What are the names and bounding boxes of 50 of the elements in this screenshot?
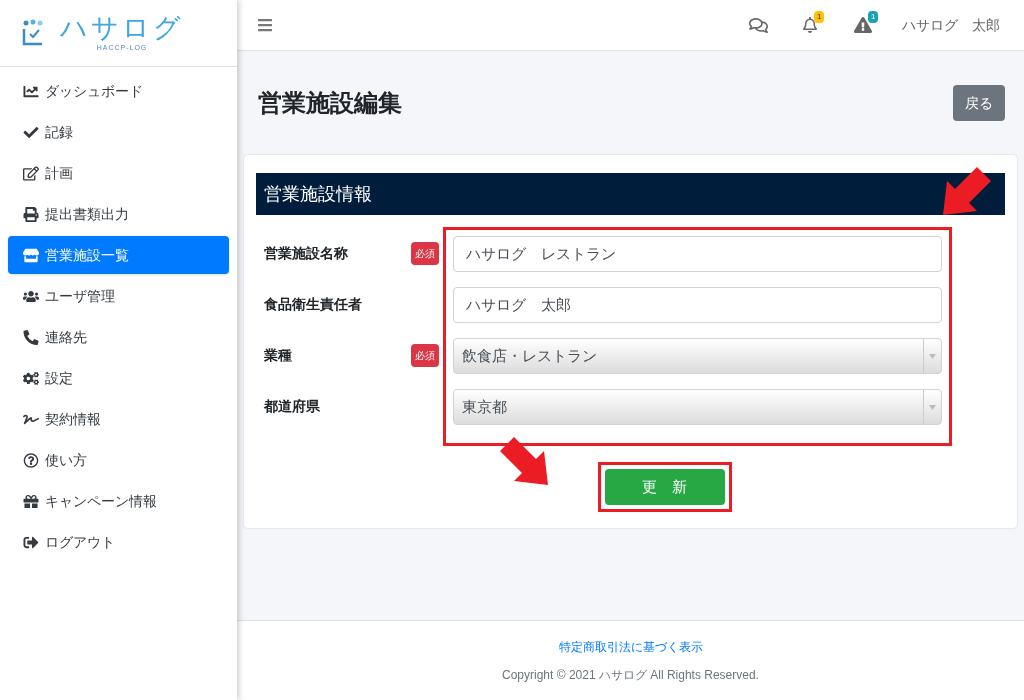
- users-icon: [23, 288, 39, 304]
- phone-icon: [23, 329, 39, 345]
- text-field[interactable]: ハサログ レストラン: [453, 236, 942, 272]
- store-icon: [23, 247, 39, 263]
- copyright-text: Copyright © 2021 ハサログ All Rights Reserved.: [502, 666, 759, 684]
- select-field[interactable]: 東京都: [453, 389, 942, 425]
- caret-icon: [929, 353, 936, 359]
- sidebar-item[interactable]: 提出書類出力: [8, 195, 229, 233]
- logout-icon: [23, 534, 39, 550]
- settings-icon: [23, 370, 39, 386]
- gift-icon: [23, 493, 39, 509]
- select-field[interactable]: 飲食店・レストラン: [453, 338, 942, 374]
- chat-icon[interactable]: [749, 15, 768, 35]
- back-button[interactable]: 戻る: [953, 85, 1005, 121]
- field-label: 食品衛生責任者: [264, 295, 362, 314]
- sidebar-item[interactable]: 連絡先: [8, 318, 229, 356]
- required-badge: 必須: [411, 344, 439, 367]
- edit-icon: [23, 165, 39, 181]
- select-value: 東京都: [462, 396, 507, 417]
- printer-icon: [23, 206, 39, 222]
- field-label: 業種: [264, 346, 292, 365]
- alert-count: 1: [868, 11, 879, 23]
- sidebar-item[interactable]: 設定: [8, 359, 229, 397]
- caret-icon: [929, 404, 936, 410]
- notification-icon[interactable]: [802, 17, 818, 33]
- sidebar-item[interactable]: ユーザ管理: [8, 277, 229, 315]
- sidebar-item[interactable]: ダッシュボード: [8, 72, 229, 110]
- help-icon: [23, 452, 39, 468]
- sidebar-item[interactable]: 契約情報: [8, 400, 229, 438]
- sidebar-item[interactable]: 使い方: [8, 441, 229, 479]
- field-label: 営業施設名称: [264, 244, 348, 263]
- section-heading: 営業施設情報: [256, 173, 1005, 215]
- sidebar-item[interactable]: 計画: [8, 154, 229, 192]
- alert-icon[interactable]: [854, 17, 872, 33]
- select-value: 飲食店・レストラン: [462, 345, 597, 366]
- required-badge: 必須: [411, 242, 439, 265]
- chart-icon: [23, 83, 39, 99]
- notification-count: 1: [814, 11, 825, 23]
- sidebar-item[interactable]: 記録: [8, 113, 229, 151]
- brand-name: ハサログ: [60, 12, 184, 43]
- sidebar-item[interactable]: ログアウト: [8, 523, 229, 561]
- text-field[interactable]: ハサログ 太郎: [453, 287, 942, 323]
- user-name[interactable]: ハサログ 太郎: [902, 14, 1000, 36]
- check-icon: [23, 124, 39, 140]
- sidebar-item[interactable]: 営業施設一覧: [8, 236, 229, 274]
- field-label: 都道府県: [264, 397, 320, 416]
- page-title: 営業施設編集: [258, 88, 402, 118]
- menu-icon[interactable]: [257, 17, 273, 33]
- legal-link[interactable]: 特定商取引法に基づく表示: [558, 637, 703, 656]
- sidebar-item[interactable]: キャンペーン情報: [8, 482, 229, 520]
